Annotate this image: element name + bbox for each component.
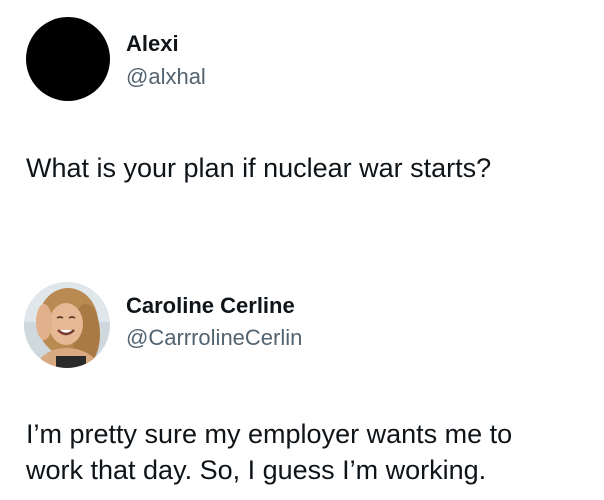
- author-handle[interactable]: @alxhal: [126, 63, 206, 91]
- profile-photo-icon: [24, 282, 110, 368]
- tweet-text: I’m pretty sure my employer wants me to …: [26, 416, 602, 488]
- tweet-author-row: Caroline Cerline @CarrrolineCerlin: [0, 268, 604, 378]
- author-name[interactable]: Caroline Cerline: [126, 292, 295, 320]
- author-handle[interactable]: @CarrrolineCerlin: [126, 324, 302, 352]
- tweet-text: What is your plan if nuclear war starts?: [26, 153, 492, 183]
- tweet-text-line: I’m pretty sure my employer wants me to: [26, 419, 513, 449]
- tweet-text-line: work that day. So, I guess I’m working.: [26, 455, 487, 485]
- avatar[interactable]: [24, 282, 110, 368]
- tweet-author-row: Alexi @alxhal: [0, 0, 604, 110]
- author-name[interactable]: Alexi: [126, 30, 179, 58]
- avatar[interactable]: [26, 17, 110, 101]
